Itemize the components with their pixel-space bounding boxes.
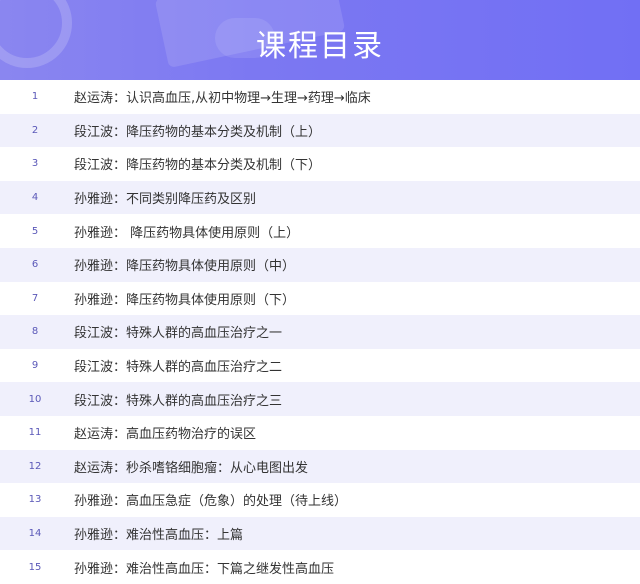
lesson-number: 15 [28, 561, 42, 573]
lesson-row-8[interactable]: 8 段江波：特殊人群的高血压治疗之一 [0, 315, 640, 349]
lesson-number: 5 [31, 225, 39, 237]
lesson-title: 孙雅逊：降压药物具体使用原则（下） [74, 292, 296, 308]
lesson-row-12[interactable]: 12 赵运涛：秒杀嗜铬细胞瘤：从心电图出发 [0, 449, 640, 484]
lesson-title: 段江波：降压药物的基本分类及机制（上） [74, 124, 322, 140]
lesson-row-3[interactable]: 3 段江波：降压药物的基本分类及机制（下） [0, 147, 640, 181]
lesson-number: 8 [31, 326, 39, 338]
lesson-number: 1 [31, 91, 39, 103]
page-title: 课程目录 [256, 29, 384, 64]
lesson-row-6[interactable]: 6 孙雅逊：降压药物具体使用原则（中） [0, 247, 640, 282]
course-header: 课程目录 [0, 0, 640, 80]
lesson-row-4[interactable]: 4 孙雅逊：不同类别降压药及区别 [0, 180, 640, 215]
lesson-title: 孙雅逊： 降压药物具体使用原则（上） [74, 225, 300, 241]
lesson-row-11[interactable]: 11 赵运涛：高血压药物治疗的误区 [0, 415, 640, 450]
lesson-title: 段江波：特殊人群的高血压治疗之二 [74, 360, 283, 376]
lesson-row-9[interactable]: 9 段江波：特殊人群的高血压治疗之二 [0, 348, 640, 383]
lesson-number: 14 [28, 528, 42, 540]
lesson-row-13[interactable]: 13 孙雅逊：高血压急症（危象）的处理（待上线） [0, 483, 640, 517]
lesson-number: 7 [31, 292, 39, 304]
lesson-number: 10 [28, 393, 42, 405]
lesson-title: 孙雅逊：不同类别降压药及区别 [74, 192, 257, 208]
lesson-title: 孙雅逊：难治性高血压：下篇之继发性高血压 [74, 561, 335, 577]
lesson-title: 孙雅逊：降压药物具体使用原则（中） [74, 259, 296, 275]
lesson-row-14[interactable]: 14 孙雅逊：难治性高血压：上篇 [0, 516, 640, 551]
lesson-number: 11 [28, 427, 42, 439]
lesson-title: 孙雅逊：难治性高血压：上篇 [74, 528, 244, 544]
lesson-title: 孙雅逊：高血压急症（危象）的处理（待上线） [74, 494, 348, 510]
lesson-number: 9 [31, 360, 39, 372]
lesson-row-5[interactable]: 5 孙雅逊： 降压药物具体使用原则（上） [0, 214, 640, 248]
lesson-number: 12 [28, 460, 42, 472]
lesson-number: 4 [31, 192, 39, 204]
lesson-number: 6 [31, 259, 39, 271]
lesson-title: 赵运涛：高血压药物治疗的误区 [74, 427, 257, 443]
lesson-title: 赵运涛：认识高血压,从初中物理→生理→药理→临床 [74, 91, 371, 107]
lesson-number: 2 [31, 124, 39, 136]
lesson-list: 1 赵运涛：认识高血压,从初中物理→生理→药理→临床 2 段江波：降压药物的基本… [0, 80, 640, 584]
lesson-row-10[interactable]: 10 段江波：特殊人群的高血压治疗之三 [0, 382, 640, 416]
lesson-row-7[interactable]: 7 孙雅逊：降压药物具体使用原则（下） [0, 281, 640, 316]
lesson-title: 段江波：降压药物的基本分类及机制（下） [74, 158, 322, 174]
lesson-number: 3 [31, 158, 39, 170]
lesson-row-15[interactable]: 15 孙雅逊：难治性高血压：下篇之继发性高血压 [0, 550, 640, 584]
lesson-number: 13 [28, 494, 42, 506]
lesson-row-2[interactable]: 2 段江波：降压药物的基本分类及机制（上） [0, 113, 640, 148]
lesson-row-1[interactable]: 1 赵运涛：认识高血压,从初中物理→生理→药理→临床 [0, 80, 640, 114]
lesson-title: 段江波：特殊人群的高血压治疗之三 [74, 393, 283, 409]
lesson-title: 段江波：特殊人群的高血压治疗之一 [74, 326, 283, 342]
lesson-title: 赵运涛：秒杀嗜铬细胞瘤：从心电图出发 [74, 460, 309, 476]
